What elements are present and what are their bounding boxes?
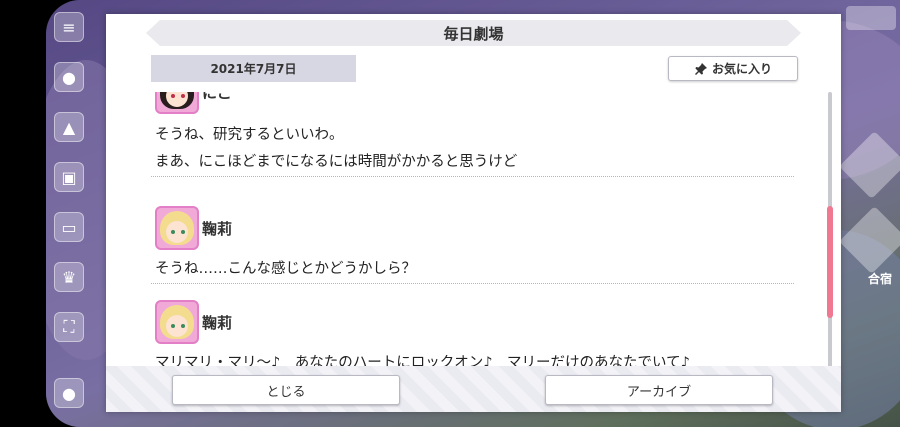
dialogue-line: まあ、にこほどまでになるには時間がかかると思うけど <box>155 154 518 170</box>
dialogue-line: そうね、研究するといいわ。 <box>155 127 344 143</box>
fullscreen-icon[interactable]: ⛶ <box>54 312 84 342</box>
profile-icon[interactable]: ● <box>54 378 84 408</box>
gift-icon[interactable]: ▣ <box>54 162 84 192</box>
speaker: 鞠莉 <box>155 206 232 250</box>
divider <box>151 283 794 284</box>
map-location-label: 合宿 <box>867 272 892 286</box>
speaker: 鞠莉 <box>155 300 232 344</box>
divider <box>151 176 794 177</box>
favorite-label: お気に入り <box>711 62 772 76</box>
scrollbar-thumb[interactable] <box>827 206 833 318</box>
speaker-name: にこ <box>202 92 232 102</box>
dialogue-list[interactable]: にこ そうね、研究するといいわ。 まあ、にこほどまでになるには時間がかかると思う… <box>151 92 794 370</box>
date-label: 2021年7月7日 <box>151 55 356 82</box>
mari-avatar <box>155 206 199 250</box>
daily-theater-modal: 毎日劇場 2021年7月7日 お気に入り にこ そうね、研究するといいわ。 まあ… <box>106 14 841 412</box>
menu-icon[interactable]: ≡ <box>54 12 84 42</box>
present-icon[interactable]: ▲ <box>54 112 84 142</box>
monitor-icon[interactable]: ▭ <box>54 212 84 242</box>
archive-button[interactable]: アーカイブ <box>545 375 773 405</box>
speaker-name: 鞠莉 <box>202 219 233 238</box>
mari-avatar <box>155 300 199 344</box>
currency-display <box>846 6 896 30</box>
speaker-name: 鞠莉 <box>202 313 233 332</box>
nico-avatar <box>155 92 199 114</box>
pin-icon <box>694 62 708 76</box>
speaker: にこ <box>155 92 232 114</box>
modal-title: 毎日劇場 <box>146 20 801 46</box>
dialogue-line: そうね……こんな感じとかどうかしら？ <box>155 261 416 277</box>
trophy-icon[interactable]: ♛ <box>54 262 84 292</box>
close-button[interactable]: とじる <box>172 375 400 405</box>
chat-icon[interactable]: ● <box>54 62 84 92</box>
favorite-button[interactable]: お気に入り <box>668 56 798 81</box>
